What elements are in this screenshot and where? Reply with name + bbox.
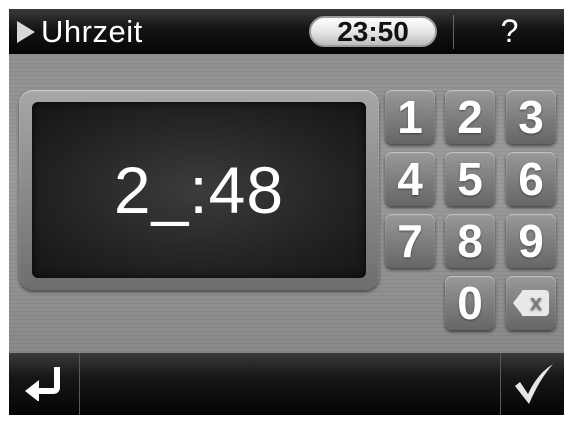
title-group: Uhrzeit (17, 9, 143, 54)
enter-button[interactable] (9, 353, 79, 415)
divider (79, 353, 80, 415)
key-9[interactable]: 9 (506, 214, 556, 268)
time-display-frame: 2_:48 (19, 90, 379, 290)
divider (453, 15, 454, 49)
clock-display: 23:50 (309, 16, 437, 47)
key-5[interactable]: 5 (445, 152, 495, 206)
bottom-bar (9, 353, 564, 415)
key-8[interactable]: 8 (445, 214, 495, 268)
time-display: 2_:48 (32, 102, 366, 278)
backspace-glyph: x (529, 290, 543, 315)
key-6[interactable]: 6 (506, 152, 556, 206)
confirm-button[interactable] (501, 353, 564, 415)
key-7[interactable]: 7 (385, 214, 435, 268)
key-0[interactable]: 0 (445, 276, 495, 330)
key-4[interactable]: 4 (385, 152, 435, 206)
title-bar: Uhrzeit 23:50 ? (9, 9, 564, 54)
backspace-icon: x (513, 290, 549, 316)
time-input-value: 2_:48 (113, 153, 285, 227)
checkmark-icon (514, 364, 553, 404)
page-title: Uhrzeit (41, 13, 143, 49)
key-1[interactable]: 1 (385, 90, 435, 144)
play-icon (17, 20, 35, 43)
backspace-button[interactable]: x (506, 276, 556, 330)
key-3[interactable]: 3 (506, 90, 556, 144)
enter-arrow-icon (25, 367, 60, 401)
key-2[interactable]: 2 (445, 90, 495, 144)
time-entry-screen: Uhrzeit 23:50 ? 2_:48 1 2 3 4 5 6 7 8 9 … (9, 9, 564, 415)
help-button[interactable]: ? (455, 9, 564, 54)
